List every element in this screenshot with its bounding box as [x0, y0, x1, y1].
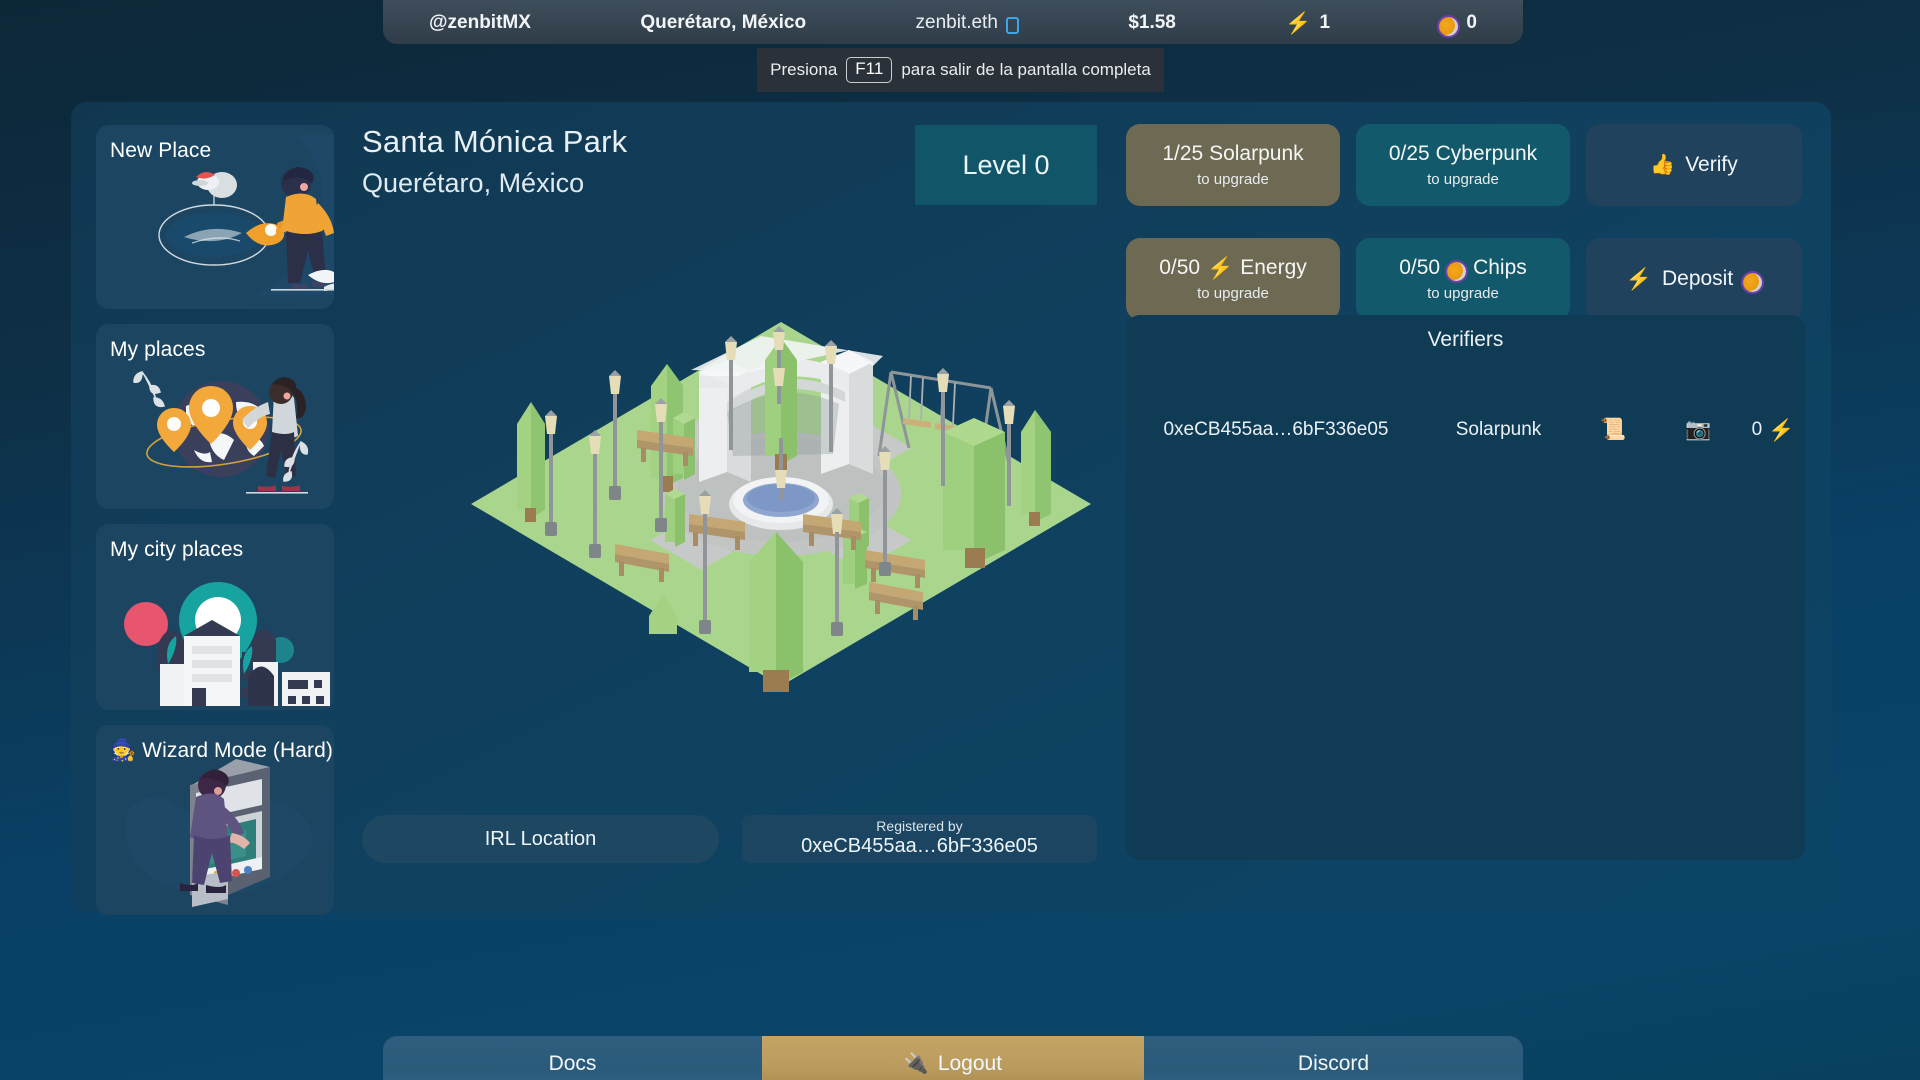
toast-prefix: Presiona	[770, 60, 838, 79]
park-3d-render	[431, 242, 1131, 802]
wallet-balance-label: $1.58	[1128, 12, 1176, 33]
level-badge: Level 0	[915, 125, 1097, 205]
chip-icon	[1437, 14, 1461, 38]
main-panel: New Place My places My city places 🧙 Wiz…	[71, 102, 1831, 915]
page-title: Santa Mónica Park	[362, 124, 628, 159]
top-status-bar: @zenbitMX Querétaro, México zenbit.eth $…	[383, 0, 1523, 44]
upgrade-card-solarpunk-main: 1/25 Solarpunk	[1162, 142, 1304, 166]
logout-button-label: Logout	[937, 1052, 1003, 1075]
ens-label: zenbit.eth	[915, 12, 998, 33]
bolt-icon: ⚡	[1207, 256, 1234, 280]
bolt-icon: ⚡	[1625, 267, 1652, 291]
user-location-label: Querétaro, México	[640, 12, 807, 33]
wallet-balance: $1.58	[1128, 12, 1176, 34]
user-handle-label: @zenbitMX	[429, 12, 531, 33]
sidebar-item-new-place[interactable]: New Place	[96, 125, 334, 309]
chip-icon	[1741, 270, 1765, 294]
verifier-energy-value: 0	[1751, 419, 1763, 440]
registered-by-card[interactable]: Registered by 0xeCB455aa…6bF336e05	[742, 815, 1097, 863]
upgrade-card-solarpunk-sub: to upgrade	[1197, 170, 1269, 188]
camera-icon[interactable]: 📷	[1656, 418, 1741, 442]
bolt-icon: ⚡	[1768, 418, 1795, 442]
scroll-icon[interactable]: 📜	[1571, 418, 1656, 442]
table-row[interactable]: 0xeCB455aa…6bF336e05 Solarpunk 📜 📷 0 ⚡	[1126, 418, 1805, 442]
verify-button-label: Verify	[1685, 153, 1738, 176]
irl-location-label: IRL Location	[484, 827, 597, 850]
user-handle[interactable]: @zenbitMX	[429, 12, 531, 34]
sidebar-item-my-city-places[interactable]: My city places	[96, 524, 334, 710]
sidebar-item-my-places-label: My places	[110, 338, 206, 361]
verifiers-title: Verifiers	[1427, 328, 1504, 351]
toast-suffix: para salir de la pantalla completa	[901, 60, 1151, 79]
upgrade-card-energy-label: Energy	[1240, 256, 1307, 280]
upgrade-card-energy[interactable]: 0/50 ⚡ Energy to upgrade	[1126, 238, 1340, 320]
upgrade-card-solarpunk[interactable]: 1/25 Solarpunk to upgrade	[1126, 124, 1340, 206]
irl-location-button[interactable]: IRL Location	[362, 815, 719, 863]
page-subtitle: Querétaro, México	[362, 168, 585, 198]
upgrade-card-energy-main: 0/50 ⚡ Energy	[1159, 256, 1307, 279]
verifier-energy: 0 ⚡	[1741, 419, 1805, 441]
sidebar-item-my-places[interactable]: My places	[96, 324, 334, 509]
upgrade-card-chips[interactable]: 0/50 Chips to upgrade	[1356, 238, 1570, 320]
upgrade-card-chips-count: 0/50	[1399, 256, 1441, 280]
docs-button-label: Docs	[548, 1052, 597, 1075]
chip-icon	[1445, 259, 1469, 283]
chips-counter-value: 0	[1466, 12, 1477, 33]
bolt-icon: ⚡	[1285, 11, 1312, 35]
upgrade-card-cyberpunk-sub: to upgrade	[1427, 170, 1499, 188]
bottom-nav-bar: Docs 🔌 Logout Discord	[383, 1036, 1523, 1080]
energy-counter: ⚡ 1	[1285, 12, 1330, 34]
discord-button[interactable]: Discord	[1144, 1036, 1523, 1080]
upgrade-card-energy-sub: to upgrade	[1197, 284, 1269, 302]
fullscreen-hint-toast: Presiona F11 para salir de la pantalla c…	[757, 48, 1164, 92]
deposit-button-label: Deposit	[1661, 267, 1734, 290]
registered-by-address: 0xeCB455aa…6bF336e05	[801, 835, 1038, 858]
upgrade-card-chips-sub: to upgrade	[1427, 284, 1499, 302]
docs-button[interactable]: Docs	[383, 1036, 762, 1080]
upgrade-row-1: 1/25 Solarpunk to upgrade 0/25 Cyberpunk…	[1126, 124, 1802, 222]
upgrade-card-cyberpunk[interactable]: 0/25 Cyberpunk to upgrade	[1356, 124, 1570, 206]
energy-counter-value: 1	[1319, 12, 1331, 33]
logout-button[interactable]: 🔌 Logout	[762, 1036, 1144, 1080]
action-column: 👍 Verify	[1586, 124, 1802, 222]
user-location: Querétaro, México	[640, 12, 806, 34]
registered-by-label: Registered by	[876, 817, 963, 834]
upgrade-card-chips-label: Chips	[1473, 256, 1527, 280]
level-badge-label: Level 0	[962, 149, 1050, 180]
toast-key: F11	[846, 57, 893, 83]
sidebar-item-my-city-places-label: My city places	[110, 538, 244, 561]
sidebar: New Place My places My city places 🧙 Wiz…	[96, 125, 334, 915]
verifier-faction: Solarpunk	[1455, 419, 1542, 440]
sidebar-item-wizard-mode-label: 🧙 Wizard Mode (Hard)	[110, 739, 334, 762]
verifiers-panel: Verifiers 0xeCB455aa…6bF336e05 Solarpunk…	[1126, 315, 1805, 860]
copy-icon[interactable]	[1005, 16, 1019, 34]
upgrade-card-cyberpunk-main: 0/25 Cyberpunk	[1388, 142, 1538, 166]
deposit-button[interactable]: ⚡ Deposit	[1586, 238, 1802, 320]
verify-button[interactable]: 👍 Verify	[1586, 124, 1802, 206]
chips-counter: 0	[1437, 12, 1477, 38]
ens-name[interactable]: zenbit.eth	[916, 12, 1019, 34]
plug-icon: 🔌	[903, 1053, 929, 1075]
verifier-address: 0xeCB455aa…6bF336e05	[1163, 419, 1389, 440]
sidebar-item-new-place-label: New Place	[110, 139, 212, 162]
sidebar-item-wizard-mode[interactable]: 🧙 Wizard Mode (Hard)	[96, 725, 334, 915]
upgrade-card-energy-count: 0/50	[1159, 256, 1201, 280]
thumbs-up-icon: 👍	[1650, 154, 1676, 176]
discord-button-label: Discord	[1297, 1052, 1370, 1075]
upgrade-card-chips-main: 0/50 Chips	[1399, 256, 1527, 283]
